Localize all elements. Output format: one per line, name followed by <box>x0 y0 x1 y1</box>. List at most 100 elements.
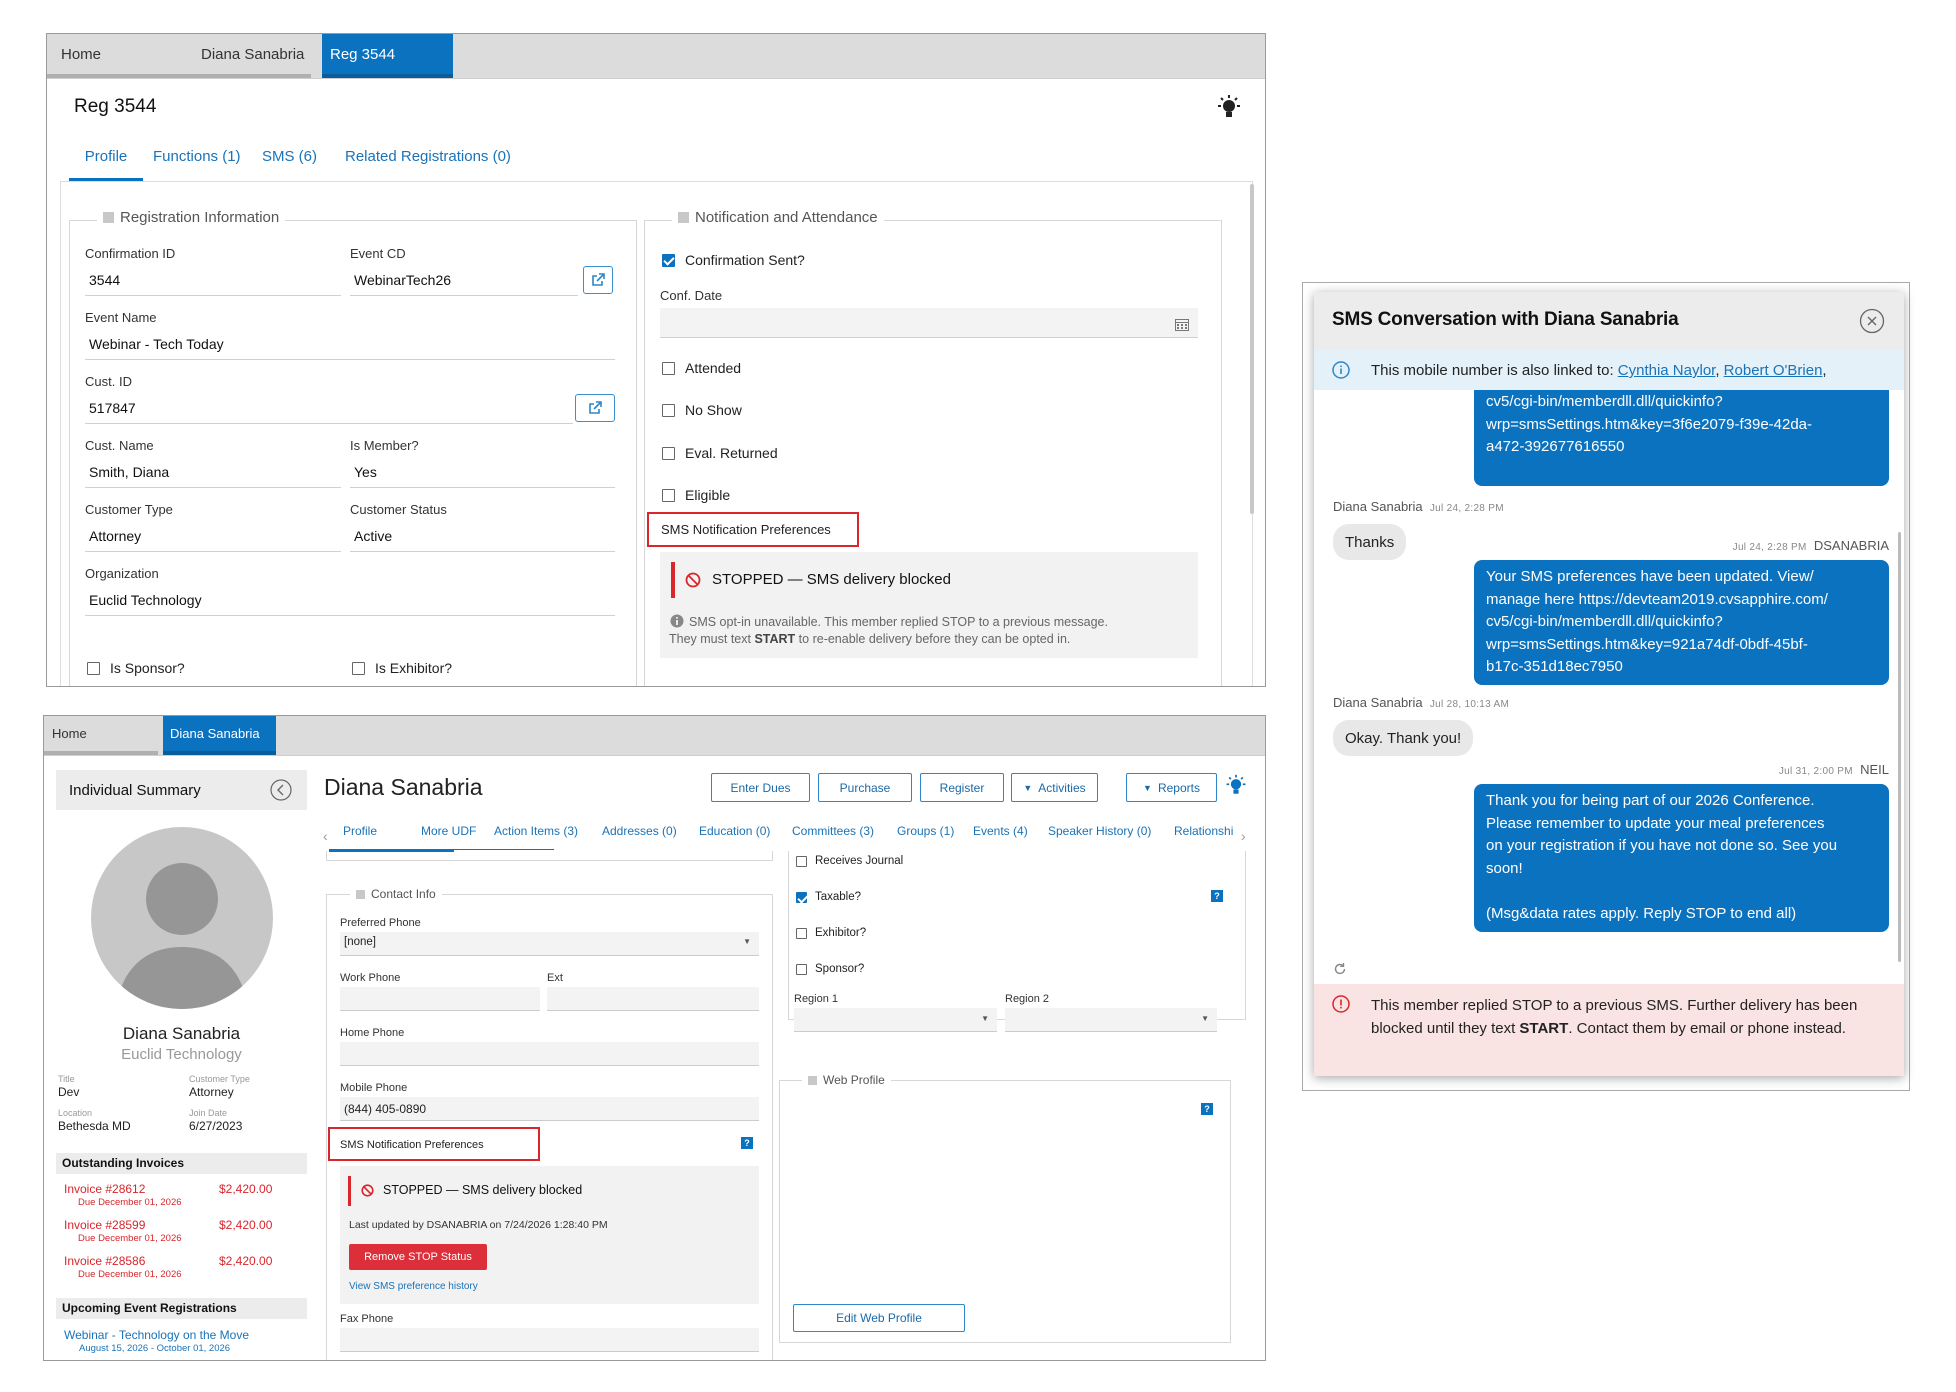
fax-phone-field[interactable] <box>340 1328 759 1352</box>
refresh-icon[interactable] <box>1333 962 1347 981</box>
outgoing-message: Thank you for being part of our 2026 Con… <box>1474 784 1889 932</box>
work-phone-field[interactable] <box>340 987 540 1011</box>
cust-name-field[interactable]: Smith, Diana <box>85 458 341 488</box>
tab-related-registrations[interactable]: Related Registrations (0) <box>345 148 511 165</box>
enter-dues-button[interactable]: Enter Dues <box>711 773 810 802</box>
confirmation-id-label: Confirmation ID <box>85 246 176 261</box>
tabs-scroll-right[interactable]: › <box>1241 828 1246 844</box>
taxable-checkbox[interactable]: Taxable? <box>796 891 861 903</box>
caret-down-icon: ▼ <box>1201 1014 1209 1023</box>
ext-field[interactable] <box>547 987 759 1011</box>
incoming-message: Thanks <box>1333 524 1407 560</box>
confirmation-id-field[interactable]: 3544 <box>85 266 341 296</box>
invoice-name[interactable]: Invoice #28599 <box>64 1218 145 1232</box>
purchase-button[interactable]: Purchase <box>818 773 912 802</box>
contact-info-title: Contact Info <box>350 887 442 901</box>
mobile-phone-field[interactable]: (844) 405-0890 <box>340 1097 759 1121</box>
calendar-icon[interactable] <box>1175 318 1189 336</box>
eligible-checkbox[interactable]: Eligible <box>662 487 730 503</box>
receives-journal-checkbox[interactable]: Receives Journal <box>796 855 903 867</box>
customer-type-field[interactable]: Attorney <box>85 522 341 552</box>
tab-diana-sanabria[interactable]: Diana Sanabria <box>163 716 276 755</box>
customer-type-label: Customer Type <box>189 1074 250 1084</box>
summary-title: Individual Summary <box>69 782 201 799</box>
sponsor-checkbox[interactable]: Sponsor? <box>796 963 864 975</box>
linked-contact-link[interactable]: Cynthia Naylor <box>1618 362 1716 379</box>
invoice-name[interactable]: Invoice #28586 <box>64 1254 145 1268</box>
tab-home[interactable]: Home <box>47 34 187 78</box>
activities-button[interactable]: ▼ Activities <box>1011 773 1098 802</box>
tab-education[interactable]: Education (0) <box>699 824 770 838</box>
tab-events[interactable]: Events (4) <box>973 824 1028 838</box>
tabs-scroll-left[interactable]: ‹ <box>323 828 328 844</box>
tab-speaker-history[interactable]: Speaker History (0) <box>1048 824 1151 838</box>
eval-returned-checkbox[interactable]: Eval. Returned <box>662 445 778 461</box>
tab-home[interactable]: Home <box>44 716 158 755</box>
tab-diana-sanabria[interactable]: Diana Sanabria <box>187 34 311 78</box>
reports-button[interactable]: ▼ Reports <box>1126 773 1217 802</box>
last-updated-text: Last updated by DSANABRIA on 7/24/2026 1… <box>349 1219 608 1231</box>
event-cd-field[interactable]: WebinarTech26 <box>350 266 578 296</box>
is-member-field[interactable]: Yes <box>350 458 615 488</box>
region1-select[interactable]: ▼ <box>794 1008 997 1032</box>
exhibitor-checkbox[interactable]: Exhibitor? <box>796 927 866 939</box>
sms-history-link[interactable]: View SMS preference history <box>349 1281 478 1292</box>
customer-status-field[interactable]: Active <box>350 522 615 552</box>
tab-profile[interactable]: Profile <box>69 148 143 181</box>
tab-relationships[interactable]: Relationshi <box>1174 824 1236 838</box>
conf-date-field[interactable] <box>660 308 1198 338</box>
invoice-row[interactable]: Invoice #28599 $2,420.00 Due December 01… <box>64 1218 299 1250</box>
open-customer-button[interactable] <box>575 394 615 422</box>
dialog-title: SMS Conversation with Diana Sanabria <box>1332 309 1679 330</box>
region2-select[interactable]: ▼ <box>1005 1008 1217 1032</box>
mobile-phone-label: Mobile Phone <box>340 1082 408 1094</box>
scrollbar[interactable] <box>1250 184 1254 514</box>
blocked-icon <box>361 1184 374 1202</box>
home-phone-field[interactable] <box>340 1042 759 1066</box>
help-icon[interactable]: ? <box>1211 890 1223 902</box>
tab-action-items[interactable]: Action Items (3) <box>494 824 578 838</box>
event-name-field[interactable]: Webinar - Tech Today <box>85 330 615 360</box>
tab-reg-3544[interactable]: Reg 3544 <box>322 34 453 78</box>
linked-contact-link[interactable]: Robert O'Brien <box>1724 362 1823 379</box>
no-show-checkbox[interactable]: No Show <box>662 402 742 418</box>
organization-field[interactable]: Euclid Technology <box>85 586 615 616</box>
open-event-button[interactable] <box>583 266 613 294</box>
tab-addresses[interactable]: Addresses (0) <box>602 824 677 838</box>
tab-more-udf[interactable]: More UDF <box>421 824 476 838</box>
cust-id-field[interactable]: 517847 <box>85 394 573 424</box>
register-button[interactable]: Register <box>920 773 1004 802</box>
conf-date-label: Conf. Date <box>660 288 723 303</box>
confirmation-sent-checkbox[interactable]: Confirmation Sent? <box>662 252 805 268</box>
external-link-icon <box>592 273 605 286</box>
invoice-amount: $2,420.00 <box>219 1254 273 1268</box>
organization-label: Organization <box>85 566 159 581</box>
help-icon[interactable]: ? <box>1201 1103 1213 1115</box>
preferred-phone-select[interactable]: [none] ▼ <box>340 932 759 956</box>
tab-committees[interactable]: Committees (3) <box>792 824 874 838</box>
scrollbar[interactable] <box>1898 532 1901 962</box>
invoice-row[interactable]: Invoice #28612 $2,420.00 Due December 01… <box>64 1182 299 1214</box>
collapse-icon[interactable] <box>270 779 292 806</box>
location-value: Bethesda MD <box>58 1119 131 1133</box>
fax-phone-label: Fax Phone <box>340 1313 394 1325</box>
linked-text: This mobile number is also linked to: Cy… <box>1371 362 1827 379</box>
close-icon[interactable] <box>1859 308 1885 339</box>
is-exhibitor-checkbox[interactable]: Is Exhibitor? <box>352 660 452 676</box>
event-link[interactable]: Webinar - Technology on the Move <box>64 1328 249 1342</box>
title-value: Dev <box>58 1085 80 1099</box>
invoice-name[interactable]: Invoice #28612 <box>64 1182 145 1196</box>
tab-sms[interactable]: SMS (6) <box>262 148 317 165</box>
remove-stop-button[interactable]: Remove STOP Status <box>349 1244 487 1270</box>
attended-checkbox[interactable]: Attended <box>662 360 741 376</box>
tab-groups[interactable]: Groups (1) <box>897 824 954 838</box>
edit-web-profile-button[interactable]: Edit Web Profile <box>793 1304 965 1332</box>
lightbulb-icon[interactable] <box>1224 774 1248 803</box>
tab-functions[interactable]: Functions (1) <box>153 148 241 165</box>
help-icon[interactable]: ? <box>741 1137 753 1149</box>
lightbulb-icon[interactable] <box>1215 94 1243 122</box>
window-tab-bar: Home Diana Sanabria <box>44 716 1265 756</box>
is-sponsor-checkbox[interactable]: Is Sponsor? <box>87 660 185 676</box>
cust-name-label: Cust. Name <box>85 438 154 453</box>
invoice-row[interactable]: Invoice #28586 $2,420.00 Due December 01… <box>64 1254 299 1286</box>
